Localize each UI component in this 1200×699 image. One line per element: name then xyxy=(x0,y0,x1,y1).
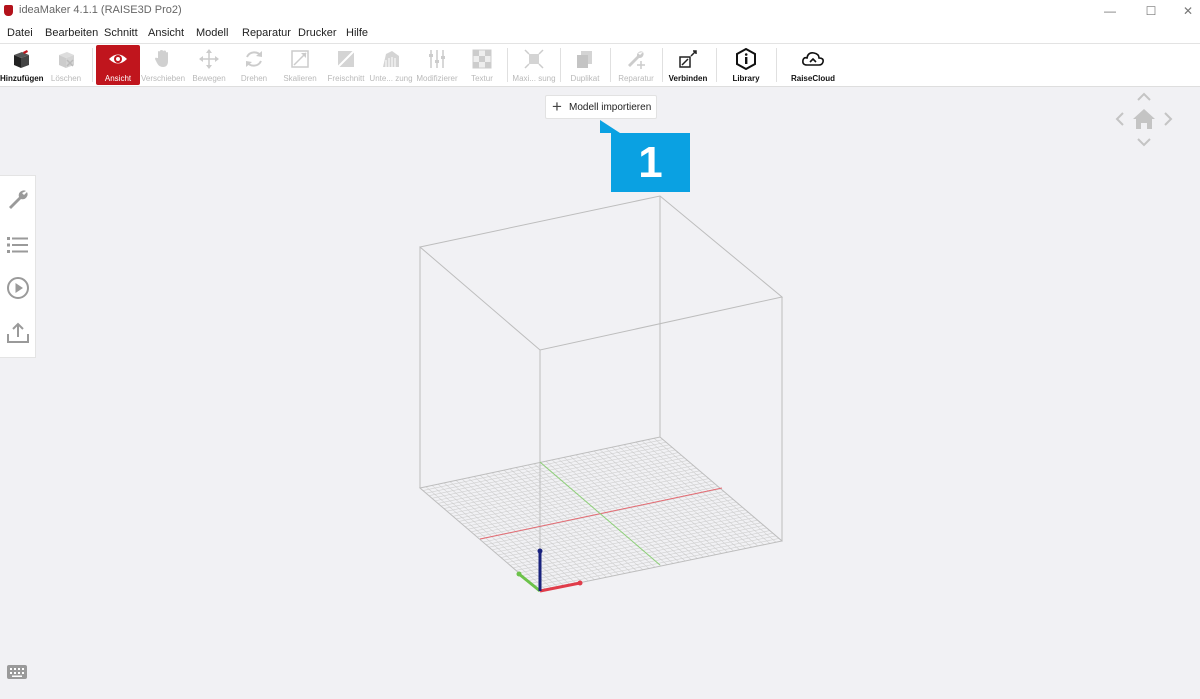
keyboard-icon[interactable] xyxy=(6,664,28,680)
chevron-down-icon[interactable] xyxy=(1137,138,1151,147)
left-side-panel xyxy=(0,175,36,358)
import-model-label: Modell importieren xyxy=(569,102,652,113)
plus-icon: + xyxy=(552,97,562,116)
callout-pointer xyxy=(600,120,620,133)
upload-icon[interactable] xyxy=(6,320,30,344)
callout-number: 1 xyxy=(638,138,663,187)
chevron-left-icon[interactable] xyxy=(1115,112,1124,126)
chevron-right-icon[interactable] xyxy=(1164,112,1173,126)
chevron-up-icon[interactable] xyxy=(1137,92,1151,101)
home-icon[interactable] xyxy=(1133,109,1155,129)
list-icon[interactable] xyxy=(6,233,30,257)
import-model-button[interactable]: + Modell importieren xyxy=(545,95,657,119)
play-icon[interactable] xyxy=(6,276,30,300)
view-navigation xyxy=(1115,92,1173,147)
wrench-icon[interactable] xyxy=(6,188,30,212)
build-volume-box xyxy=(418,195,784,592)
